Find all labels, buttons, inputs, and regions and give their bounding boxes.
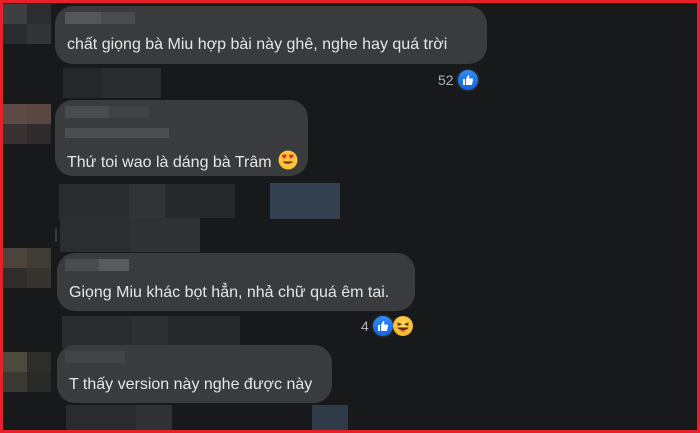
reply-line xyxy=(55,228,57,242)
comment-actions[interactable] xyxy=(132,316,168,348)
commenter-name[interactable] xyxy=(65,259,99,271)
comment-actions[interactable] xyxy=(62,316,132,348)
comment-text: chất giọng bà Miu hợp bài này ghê, nghe … xyxy=(67,36,448,53)
commenter-name-blur xyxy=(99,259,129,271)
comment-image[interactable] xyxy=(270,183,340,219)
comment-image[interactable] xyxy=(312,405,348,430)
comment-text: Thứ toi wao là dáng bà Trâm xyxy=(67,150,298,175)
commenter-name[interactable] xyxy=(65,106,109,118)
comment-actions[interactable] xyxy=(59,184,129,218)
comment-actions[interactable] xyxy=(168,316,240,348)
commenter-name-blur xyxy=(65,128,169,138)
like-icon xyxy=(370,314,395,338)
comment-actions[interactable] xyxy=(63,68,101,98)
commenter-name[interactable] xyxy=(65,12,101,24)
reaction-summary[interactable]: 52 xyxy=(438,68,480,92)
comment-actions[interactable] xyxy=(165,184,235,218)
comment-actions[interactable] xyxy=(129,184,165,218)
avatar[interactable] xyxy=(3,4,51,44)
comment-text: Giọng Miu khác bọt hẳn, nhả chữ quá êm t… xyxy=(69,284,390,301)
comment-text-content: Thứ toi wao là dáng bà Trâm xyxy=(67,154,272,171)
avatar[interactable] xyxy=(3,104,51,144)
comment-text: T thấy version này nghe được này xyxy=(69,376,313,393)
reaction-count: 52 xyxy=(438,72,454,88)
comment-actions[interactable] xyxy=(60,218,130,252)
comment-bubble: Thứ toi wao là dáng bà Trâm xyxy=(55,100,308,176)
comment-actions[interactable] xyxy=(66,405,136,430)
comment-actions[interactable] xyxy=(130,218,200,252)
comment-bubble: T thấy version này nghe được này xyxy=(57,345,332,403)
commenter-name-blur xyxy=(101,12,135,24)
avatar[interactable] xyxy=(3,248,51,288)
comment-bubble: Giọng Miu khác bọt hẳn, nhả chữ quá êm t… xyxy=(57,253,415,311)
like-icon xyxy=(455,68,480,92)
haha-icon xyxy=(392,316,413,336)
comment-bubble: chất giọng bà Miu hợp bài này ghê, nghe … xyxy=(55,6,487,64)
commenter-name[interactable] xyxy=(65,351,125,363)
comment-actions[interactable] xyxy=(101,68,161,98)
commenter-name-blur xyxy=(109,106,149,118)
reaction-summary[interactable]: 4 xyxy=(361,314,413,338)
reaction-count: 4 xyxy=(361,318,369,334)
heart-eyes-icon xyxy=(278,150,298,175)
comment-actions[interactable] xyxy=(136,405,172,430)
avatar[interactable] xyxy=(3,352,51,392)
